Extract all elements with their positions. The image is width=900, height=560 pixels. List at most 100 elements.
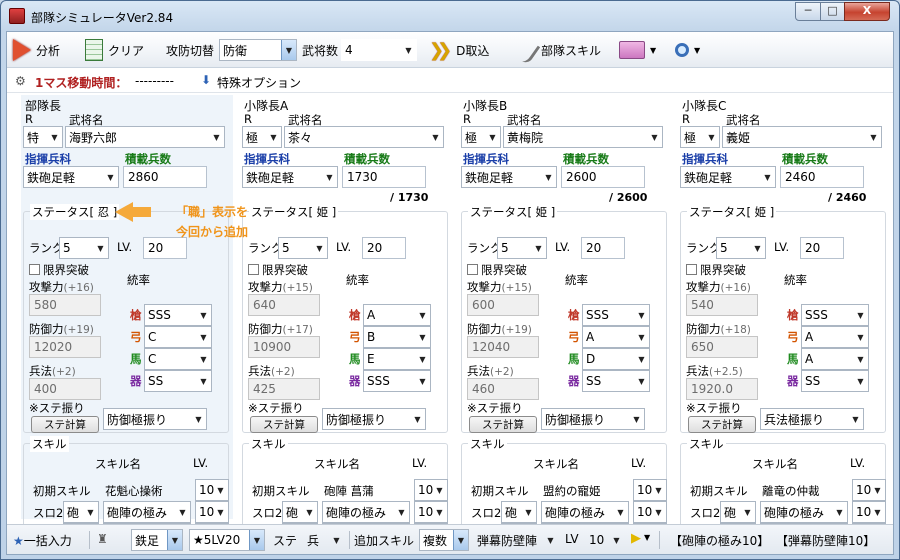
lv-input[interactable]: 20 [800, 237, 844, 259]
general-name-select[interactable]: 義姫 ▼ [722, 126, 882, 148]
rank-select[interactable]: 5 ▼ [278, 237, 328, 259]
lead-select[interactable]: D ▼ [582, 348, 650, 370]
lead-select[interactable]: B ▼ [363, 326, 431, 348]
skill-name-select[interactable]: 砲陣の極み ▼ [322, 501, 410, 523]
skill-slot-select-value: 砲 [67, 505, 80, 520]
skill-select[interactable]: 弾幕防壁陣 ▼ [473, 529, 559, 551]
skill-slot-select[interactable]: 砲 ▼ [720, 501, 756, 523]
lv-input[interactable]: 20 [581, 237, 625, 259]
load-input[interactable]: 1730 [342, 166, 426, 188]
troop-select[interactable]: 鉄足 ▼ [131, 529, 183, 551]
mode-select[interactable]: 防衛 ▼ [219, 39, 297, 61]
rank-select[interactable]: 5 ▼ [716, 237, 766, 259]
general-name-select[interactable]: 海野六郎 ▼ [65, 126, 225, 148]
lead-select[interactable]: SS ▼ [144, 370, 212, 392]
skill-lv-select[interactable]: 10▼ [195, 501, 229, 523]
atk-value: 540 [686, 294, 758, 316]
apply-play-icon[interactable]: ▶ [631, 531, 641, 546]
lead-select[interactable]: SSS ▼ [582, 304, 650, 326]
rank-select[interactable]: 5 ▼ [497, 237, 547, 259]
minimize-button[interactable]: ─ [795, 2, 821, 21]
stat-calc-button[interactable]: ステ計算 [250, 416, 318, 433]
level-value: ★5LV20 [193, 533, 241, 547]
lead-select[interactable]: A ▼ [801, 326, 869, 348]
skill-name: 離竜の仲裁 [762, 484, 820, 498]
troop-select[interactable]: 鉄砲足軽 ▼ [680, 166, 776, 188]
maximize-button[interactable]: □ [820, 2, 845, 21]
skill-slot-select[interactable]: 砲 ▼ [282, 501, 318, 523]
import-button[interactable]: ❯❯ D取込 [429, 36, 489, 64]
limit-break-checkbox[interactable]: 限界突破 [467, 262, 527, 278]
rarity-select[interactable]: 極 ▼ [680, 126, 720, 148]
lead-select[interactable]: A ▼ [582, 326, 650, 348]
load-input[interactable]: 2600 [561, 166, 645, 188]
lead-select[interactable]: SSS ▼ [363, 370, 431, 392]
skill-slot-select[interactable]: 砲 ▼ [63, 501, 99, 523]
folder-button[interactable]: ▼ [619, 36, 656, 64]
lead-select[interactable]: C ▼ [144, 348, 212, 370]
lead-select[interactable]: C ▼ [144, 326, 212, 348]
count-select[interactable]: 4 ▼ [341, 39, 417, 61]
lead-select[interactable]: A ▼ [363, 304, 431, 326]
lead-select[interactable]: SS ▼ [582, 370, 650, 392]
general-name-select[interactable]: 茶々 ▼ [284, 126, 444, 148]
skill-lv-select[interactable]: 10▼ [414, 501, 448, 523]
alloc-select[interactable]: 防御極振り ▼ [322, 408, 426, 430]
analyze-button[interactable]: 分析 [13, 36, 60, 64]
skill-name-select[interactable]: 砲陣の極み ▼ [541, 501, 629, 523]
skill-name-select[interactable]: 砲陣の極み ▼ [103, 501, 191, 523]
rarity-select[interactable]: 特 ▼ [23, 126, 63, 148]
skill-name-select[interactable]: 砲陣の極み ▼ [760, 501, 848, 523]
skill-lv-select[interactable]: 10▼ [414, 479, 448, 501]
lead-select[interactable]: SSS ▼ [144, 304, 212, 326]
alloc-select[interactable]: 兵法極振り ▼ [760, 408, 864, 430]
alloc-select[interactable]: 防御極振り ▼ [541, 408, 645, 430]
skill-lv-select[interactable]: 10▼ [633, 501, 667, 523]
troop-select[interactable]: 鉄砲足軽 ▼ [23, 166, 119, 188]
chevron-down-icon: ▼ [326, 172, 333, 182]
rank-select[interactable]: 5 ▼ [59, 237, 109, 259]
skill-lv-select[interactable]: 10▼ [852, 501, 886, 523]
ste-select[interactable]: 兵 ▼ [303, 529, 345, 551]
stat-calc-button[interactable]: ステ計算 [688, 416, 756, 433]
lead-select-value: SS [805, 374, 821, 388]
skill-slot-label: 初期スキル [252, 484, 310, 498]
general-name-select[interactable]: 黄梅院 ▼ [503, 126, 663, 148]
close-button[interactable]: X [844, 2, 890, 21]
lead-select[interactable]: SSS ▼ [801, 304, 869, 326]
skill-button[interactable]: 部隊スキル [509, 34, 601, 66]
skill-lv-select[interactable]: 10▼ [852, 479, 886, 501]
special-option-button[interactable]: 特殊オプション [217, 74, 301, 91]
skill-lv-select-value: 10 [856, 505, 872, 519]
bulk-input-button[interactable]: ★一括入力 [13, 532, 72, 549]
limit-break-checkbox[interactable]: 限界突破 [248, 262, 308, 278]
stat-calc-button[interactable]: ステ計算 [469, 416, 537, 433]
load-input[interactable]: 2460 [780, 166, 864, 188]
alloc-select[interactable]: 防御極振り ▼ [103, 408, 207, 430]
troop-select[interactable]: 鉄砲足軽 ▼ [461, 166, 557, 188]
status-title: ステータス[ 姫 ] [687, 204, 777, 220]
lead-select[interactable]: E ▼ [363, 348, 431, 370]
lv-input[interactable]: 20 [362, 237, 406, 259]
skill-lv-select[interactable]: 10▼ [633, 479, 667, 501]
alloc-select-value: 防御極振り [545, 412, 606, 427]
stat-calc-button[interactable]: ステ計算 [31, 416, 99, 433]
skill-lv-select[interactable]: 10▼ [195, 479, 229, 501]
load-input[interactable]: 2860 [123, 166, 207, 188]
limit-break-checkbox[interactable]: 限界突破 [29, 262, 89, 278]
search-button[interactable]: ▼ [675, 36, 700, 64]
skill-slot-select[interactable]: 砲 ▼ [501, 501, 537, 523]
rarity-select[interactable]: 極 ▼ [242, 126, 282, 148]
troop-select[interactable]: 鉄砲足軽 ▼ [242, 166, 338, 188]
lead-select[interactable]: A ▼ [801, 348, 869, 370]
chevron-down-icon: ▼ [213, 132, 220, 142]
add-skill-label: 追加スキル [354, 534, 415, 548]
lead-select[interactable]: SS ▼ [801, 370, 869, 392]
rarity-select[interactable]: 極 ▼ [461, 126, 501, 148]
add-skill-select[interactable]: 複数 ▼ [419, 529, 469, 551]
chevron-down-icon: ▼ [638, 376, 645, 386]
lv-select[interactable]: 10 ▼ [585, 529, 625, 551]
limit-break-checkbox[interactable]: 限界突破 [686, 262, 746, 278]
level-select[interactable]: ★5LV20 ▼ [189, 529, 265, 551]
clear-button[interactable]: クリア [85, 36, 144, 64]
